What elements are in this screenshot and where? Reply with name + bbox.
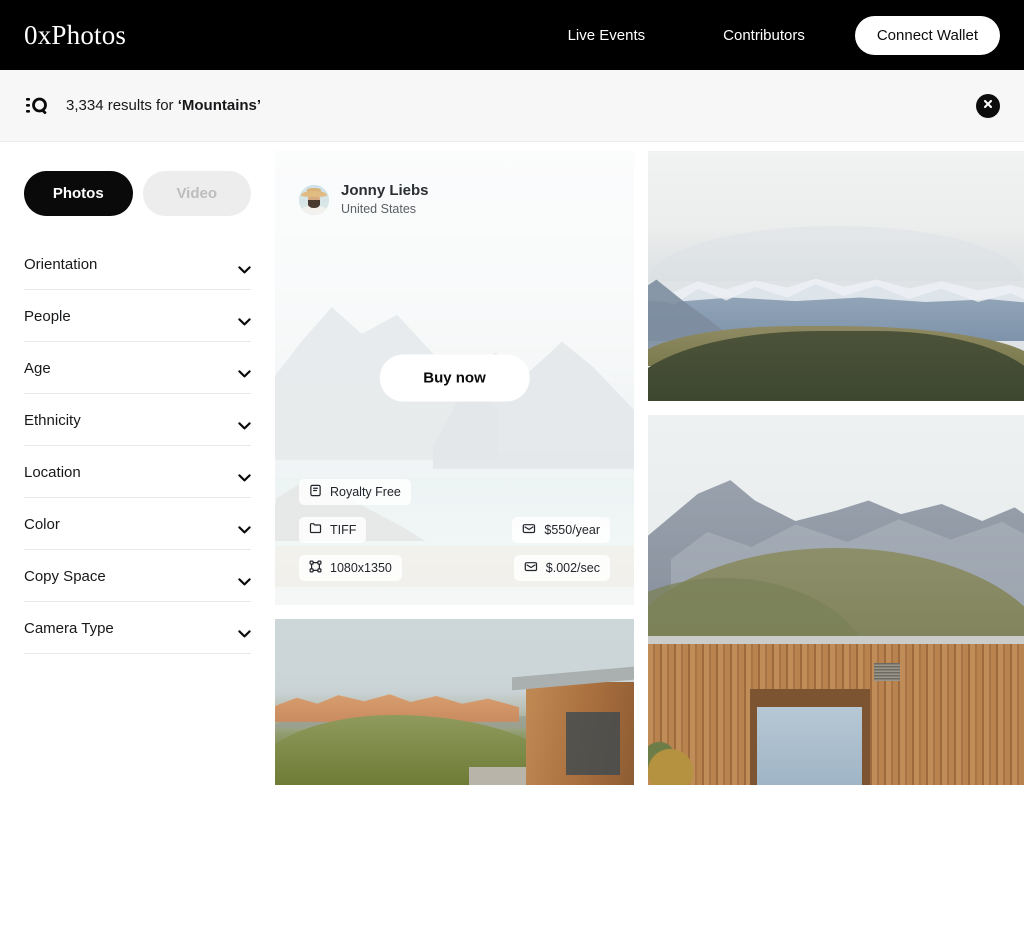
badge-label: Royalty Free: [330, 485, 401, 499]
photo-card-rocky-cabin[interactable]: [648, 415, 1024, 785]
filter-location[interactable]: Location: [24, 446, 251, 498]
filter-copy-space[interactable]: Copy Space: [24, 550, 251, 602]
badge-dimensions: 1080x1350: [299, 555, 402, 581]
grid-column-left: Jonny Liebs United States Buy now Royalt…: [275, 151, 634, 942]
badge-file-format: TIFF: [299, 517, 367, 543]
media-type-toggle: Photos Video: [24, 171, 251, 216]
grid-column-right: [648, 151, 1024, 942]
main-content: Photos Video Orientation People Age Ethn…: [0, 142, 1024, 942]
nav-link-contributors[interactable]: Contributors: [684, 27, 844, 44]
filter-age[interactable]: Age: [24, 342, 251, 394]
site-logo[interactable]: 0xPhotos: [24, 21, 126, 49]
author-location: United States: [341, 202, 417, 217]
license-document-icon: [309, 484, 322, 500]
badge-price-year: $550/year: [512, 517, 610, 543]
badge-label: $550/year: [544, 523, 600, 537]
badge-label: TIFF: [330, 523, 357, 537]
filter-label: Copy Space: [24, 568, 106, 585]
badge-line-dimensions-price: 1080x1350 $.002/sec: [299, 555, 610, 581]
badge-line-license: Royalty Free: [299, 479, 610, 505]
close-icon: [982, 98, 994, 113]
clear-search-button[interactable]: [976, 93, 1000, 118]
nav-link-live-events[interactable]: Live Events: [529, 27, 685, 44]
badge-line-format-price: TIFF $550/year: [299, 517, 610, 543]
chevron-down-icon: [238, 417, 251, 429]
badge-label: 1080x1350: [330, 561, 392, 575]
chevron-down-icon: [238, 261, 251, 273]
filter-search-icon[interactable]: [24, 93, 50, 119]
filter-label: Location: [24, 464, 81, 481]
resize-icon: [309, 560, 322, 576]
main-navigation: Live Events Contributors Connect Wallet: [529, 15, 1000, 55]
photo-sunset-mountain-house: [275, 619, 634, 785]
chevron-down-icon: [238, 365, 251, 377]
results-prefix: 3,334 results for: [66, 97, 178, 114]
photo-card-sunset-house[interactable]: [275, 619, 634, 785]
chevron-down-icon: [238, 469, 251, 481]
buy-now-button[interactable]: Buy now: [379, 354, 530, 402]
photo-rocky-peak-wood-cabin: [648, 415, 1024, 785]
chevron-down-icon: [238, 313, 251, 325]
search-results-bar: 3,334 results for ‘Mountains’: [0, 70, 1024, 142]
folder-icon: [309, 522, 322, 538]
filter-label: Ethnicity: [24, 412, 81, 429]
author-name: Jonny Liebs: [341, 182, 429, 199]
chevron-down-icon: [238, 573, 251, 585]
filter-label: Age: [24, 360, 51, 377]
badge-label: $.002/sec: [545, 561, 600, 575]
filter-orientation[interactable]: Orientation: [24, 238, 251, 290]
card-icon: [524, 560, 538, 576]
chevron-down-icon: [238, 521, 251, 533]
photo-card-snow-range[interactable]: [648, 151, 1024, 401]
badge-price-second: $.002/sec: [513, 555, 610, 581]
photo-author[interactable]: Jonny Liebs United States: [299, 181, 429, 218]
results-summary: 3,334 results for ‘Mountains’: [66, 97, 261, 114]
filter-label: Orientation: [24, 256, 98, 273]
filter-label: Color: [24, 516, 60, 533]
chevron-down-icon: [238, 625, 251, 637]
filter-label: Camera Type: [24, 620, 114, 637]
avatar: [299, 184, 329, 215]
photo-metadata-badges: Royalty Free TIFF $550/year 1080x1350 $.…: [299, 479, 610, 581]
filter-color[interactable]: Color: [24, 498, 251, 550]
filters-sidebar: Photos Video Orientation People Age Ethn…: [0, 142, 275, 942]
tab-video[interactable]: Video: [142, 171, 251, 216]
photo-card-featured[interactable]: Jonny Liebs United States Buy now Royalt…: [275, 151, 634, 605]
card-icon: [522, 522, 536, 538]
connect-wallet-button[interactable]: Connect Wallet: [854, 15, 1000, 55]
filter-label: People: [24, 308, 71, 325]
search-query: ‘Mountains’: [177, 97, 262, 114]
site-header: 0xPhotos Live Events Contributors Connec…: [0, 0, 1024, 70]
filter-camera-type[interactable]: Camera Type: [24, 602, 251, 654]
photo-grid: Jonny Liebs United States Buy now Royalt…: [275, 142, 1024, 942]
tab-photos[interactable]: Photos: [24, 171, 133, 216]
filter-people[interactable]: People: [24, 290, 251, 342]
badge-royalty-free: Royalty Free: [299, 479, 411, 505]
filter-ethnicity[interactable]: Ethnicity: [24, 394, 251, 446]
photo-snow-capped-range: [648, 151, 1024, 401]
